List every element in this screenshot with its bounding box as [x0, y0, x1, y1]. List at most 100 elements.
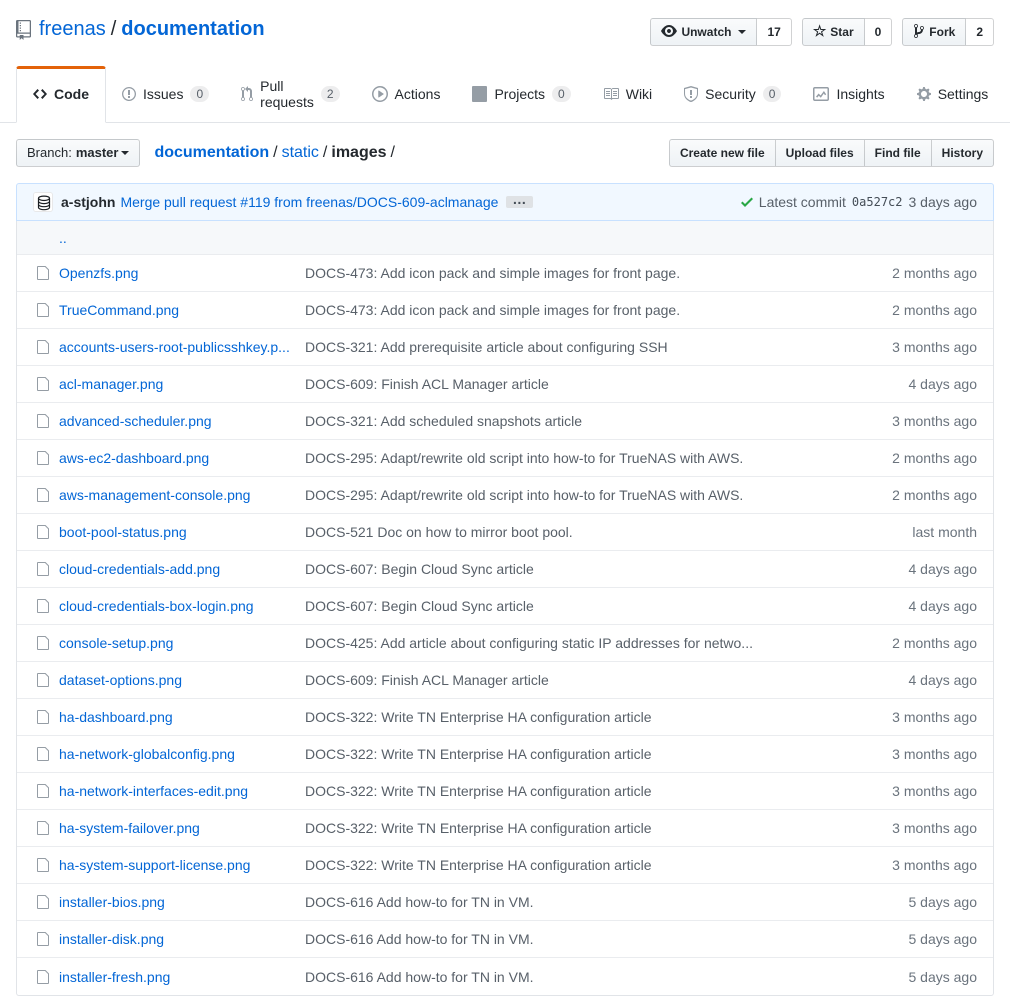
- commit-author-link[interactable]: a-stjohn: [61, 194, 115, 210]
- file-name-link[interactable]: cloud-credentials-box-login.png: [59, 598, 254, 614]
- file-name-link[interactable]: acl-manager.png: [59, 376, 163, 392]
- file-name-link[interactable]: aws-ec2-dashboard.png: [59, 450, 209, 466]
- commit-message-link[interactable]: DOCS-521 Doc on how to mirror boot pool.: [305, 524, 573, 540]
- upload-files-button[interactable]: Upload files: [774, 139, 865, 167]
- file-name-link[interactable]: TrueCommand.png: [59, 302, 179, 318]
- file-icon: [17, 265, 59, 281]
- forks-count[interactable]: 2: [966, 18, 994, 46]
- breadcrumb-static[interactable]: static: [282, 144, 319, 161]
- file-name-link[interactable]: installer-bios.png: [59, 894, 165, 910]
- repo-owner-link[interactable]: freenas: [39, 18, 106, 41]
- commit-message-link[interactable]: DOCS-322: Write TN Enterprise HA configu…: [305, 820, 652, 836]
- file-navigation: Branch: master documentation / static / imag…: [16, 139, 994, 167]
- file-icon: [17, 857, 59, 873]
- commit-message-link[interactable]: DOCS-425: Add article about configuring …: [305, 635, 753, 651]
- up-directory-link[interactable]: ..: [59, 230, 67, 246]
- file-age: 2 months ago: [892, 265, 977, 281]
- commit-message-link[interactable]: DOCS-473: Add icon pack and simple image…: [305, 265, 680, 281]
- breadcrumb-separator: /: [390, 144, 395, 161]
- tab-label: Wiki: [625, 86, 653, 102]
- commit-message-link[interactable]: DOCS-616 Add how-to for TN in VM.: [305, 894, 534, 910]
- star-button[interactable]: ☆ Star: [801, 18, 865, 46]
- commit-message-link[interactable]: DOCS-607: Begin Cloud Sync article: [305, 598, 534, 614]
- latest-commit-label: Latest commit: [758, 194, 846, 210]
- pr-link[interactable]: #119: [240, 194, 270, 210]
- commit-message-link[interactable]: DOCS-616 Add how-to for TN in VM.: [305, 931, 534, 947]
- table-row: console-setup.png DOCS-425: Add article …: [17, 625, 993, 662]
- commit-message-link[interactable]: DOCS-473: Add icon pack and simple image…: [305, 302, 680, 318]
- file-name-link[interactable]: installer-fresh.png: [59, 969, 170, 985]
- table-row: aws-ec2-dashboard.png DOCS-295: Adapt/re…: [17, 440, 993, 477]
- file-name-link[interactable]: ha-system-support-license.png: [59, 857, 250, 873]
- tab-issues[interactable]: Issues 0: [106, 66, 225, 122]
- file-name-link[interactable]: ha-system-failover.png: [59, 820, 200, 836]
- commit-message-link[interactable]: DOCS-609: Finish ACL Manager article: [305, 376, 549, 392]
- file-name-link[interactable]: accounts-users-root-publicsshkey.p...: [59, 339, 290, 355]
- table-row: acl-manager.png DOCS-609: Finish ACL Man…: [17, 366, 993, 403]
- file-name-link[interactable]: cloud-credentials-add.png: [59, 561, 220, 577]
- fork-button[interactable]: Fork: [902, 18, 967, 46]
- commit-message-link[interactable]: DOCS-295: Adapt/rewrite old script into …: [305, 487, 743, 503]
- table-row: advanced-scheduler.png DOCS-321: Add sch…: [17, 403, 993, 440]
- file-name-link[interactable]: boot-pool-status.png: [59, 524, 187, 540]
- commit-message-link[interactable]: DOCS-609: Finish ACL Manager article: [305, 672, 549, 688]
- commit-message-link[interactable]: DOCS-295: Adapt/rewrite old script into …: [305, 450, 743, 466]
- file-age: 5 days ago: [908, 931, 978, 947]
- file-name-link[interactable]: aws-management-console.png: [59, 487, 250, 503]
- avatar[interactable]: [33, 192, 53, 212]
- file-age: 4 days ago: [908, 598, 978, 614]
- file-name-link[interactable]: Openzfs.png: [59, 265, 138, 281]
- file-name-link[interactable]: dataset-options.png: [59, 672, 182, 688]
- commit-message-link[interactable]: DOCS-322: Write TN Enterprise HA configu…: [305, 709, 652, 725]
- tab-pull-requests[interactable]: Pull requests 2: [225, 66, 355, 122]
- tab-settings[interactable]: Settings: [901, 66, 1005, 122]
- commit-expander-button[interactable]: …: [506, 192, 534, 208]
- breadcrumb-documentation[interactable]: documentation: [154, 144, 269, 161]
- issue-icon: [122, 86, 143, 102]
- file-name-link[interactable]: ha-network-interfaces-edit.png: [59, 783, 248, 799]
- chevron-down-icon: [121, 151, 130, 155]
- tab-code[interactable]: Code: [16, 66, 106, 123]
- commit-message-link[interactable]: DOCS-322: Write TN Enterprise HA configu…: [305, 783, 652, 799]
- stars-count[interactable]: 0: [864, 18, 893, 46]
- file-name-link[interactable]: advanced-scheduler.png: [59, 413, 212, 429]
- file-age: 2 months ago: [892, 302, 977, 318]
- commit-message-link[interactable]: DOCS-321: Add prerequisite article about…: [305, 339, 668, 355]
- tab-security[interactable]: Security 0: [668, 66, 797, 122]
- commit-message-link[interactable]: from freenas/DOCS-609-aclmanage: [270, 194, 498, 210]
- tab-projects[interactable]: Projects 0: [456, 66, 586, 122]
- commit-message-link[interactable]: DOCS-616 Add how-to for TN in VM.: [305, 969, 534, 985]
- commit-sha-link[interactable]: 0a527c2: [852, 195, 903, 209]
- commit-message-link[interactable]: DOCS-321: Add scheduled snapshots articl…: [305, 413, 582, 429]
- file-age: 4 days ago: [908, 672, 978, 688]
- file-age: 3 months ago: [892, 746, 977, 762]
- tab-insights[interactable]: Insights: [797, 66, 900, 122]
- watchers-count[interactable]: 17: [757, 18, 792, 46]
- tab-wiki[interactable]: Wiki: [587, 66, 668, 122]
- commit-message-link[interactable]: DOCS-607: Begin Cloud Sync article: [305, 561, 534, 577]
- file-name-link[interactable]: ha-dashboard.png: [59, 709, 173, 725]
- commit-message-link[interactable]: DOCS-322: Write TN Enterprise HA configu…: [305, 857, 652, 873]
- create-new-file-button[interactable]: Create new file: [668, 139, 776, 167]
- unwatch-button[interactable]: Unwatch: [650, 18, 758, 46]
- commit-message-link[interactable]: Merge pull request: [120, 194, 240, 210]
- github-repo-page: freenas / documentation Unwatch 17 ☆ Sta…: [0, 0, 1010, 996]
- branch-selector[interactable]: Branch: master: [16, 139, 141, 167]
- file-name-link[interactable]: ha-network-globalconfig.png: [59, 746, 235, 762]
- file-age: 3 months ago: [892, 709, 977, 725]
- latest-commit-age: 3 days ago: [908, 194, 978, 210]
- tab-actions[interactable]: Actions: [356, 66, 457, 122]
- find-file-button[interactable]: Find file: [863, 139, 932, 167]
- repo-name-link[interactable]: documentation: [121, 18, 264, 41]
- file-name-link[interactable]: console-setup.png: [59, 635, 173, 651]
- table-row: cloud-credentials-add.png DOCS-607: Begi…: [17, 551, 993, 588]
- file-name-link[interactable]: installer-disk.png: [59, 931, 164, 947]
- projects-icon: [472, 86, 494, 102]
- commit-message-link[interactable]: DOCS-322: Write TN Enterprise HA configu…: [305, 746, 652, 762]
- history-button[interactable]: History: [930, 139, 994, 167]
- file-rows: Openzfs.png DOCS-473: Add icon pack and …: [17, 255, 993, 995]
- tab-counter: 0: [190, 86, 210, 102]
- table-row: ha-network-globalconfig.png DOCS-322: Wr…: [17, 736, 993, 773]
- table-row: ha-system-failover.png DOCS-322: Write T…: [17, 810, 993, 847]
- fork-icon: [913, 22, 925, 42]
